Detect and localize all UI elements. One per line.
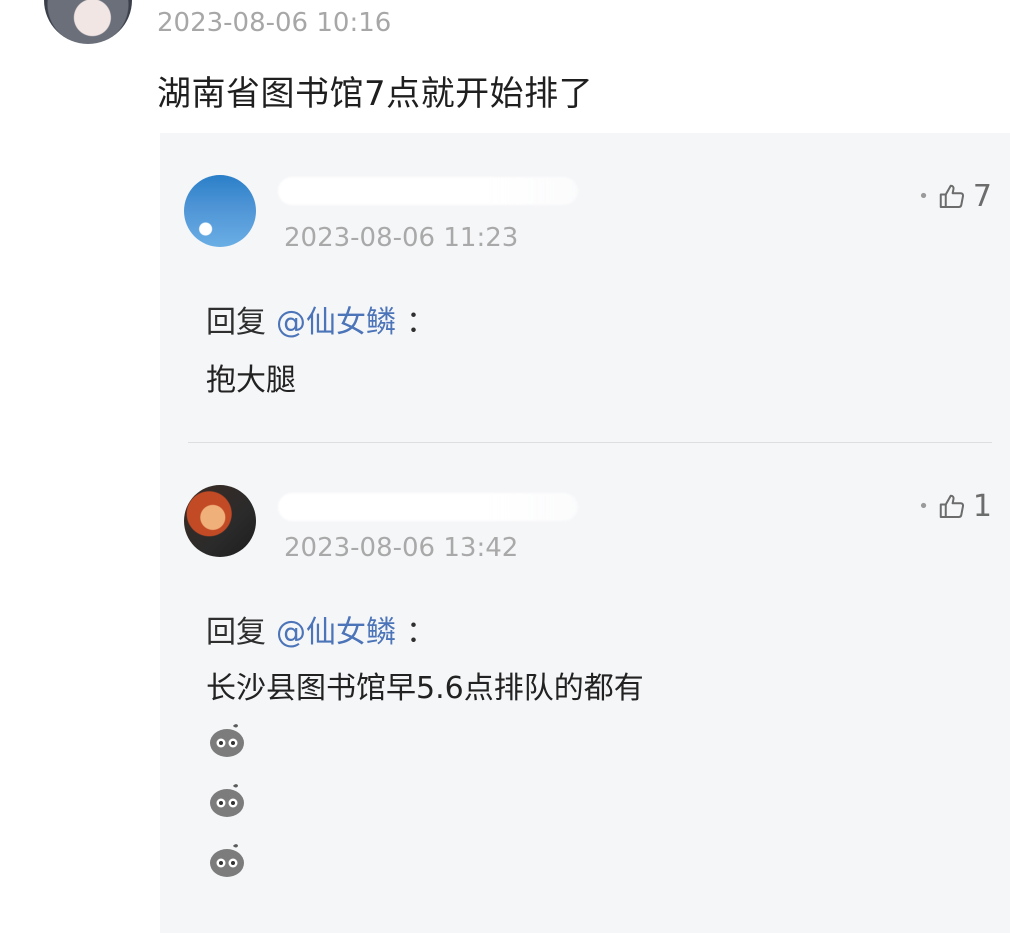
reply-time: 2023-08-06 13:42: [284, 533, 519, 563]
sticker-blob-icon: [206, 779, 248, 821]
divider: [188, 442, 992, 443]
reply-colon: ：: [406, 305, 436, 340]
like-count: 1: [972, 489, 992, 524]
reply-avatar[interactable]: [184, 485, 256, 557]
mention-link[interactable]: @仙女鳞: [276, 607, 396, 651]
main-user-avatar[interactable]: [44, 0, 132, 44]
sticker-blob-icon: [206, 719, 248, 761]
thumbs-up-icon: [937, 492, 967, 522]
redacted-username: [278, 493, 578, 521]
reply-colon: ：: [406, 615, 436, 650]
reply-avatar[interactable]: [184, 175, 256, 247]
reply-prefix: 回复 @仙女鳞 ：: [206, 607, 436, 651]
redacted-username: [278, 177, 578, 205]
reply-time: 2023-08-06 11:23: [284, 223, 519, 253]
reply-label: 回复: [206, 305, 266, 340]
mention-link[interactable]: @仙女鳞: [276, 297, 396, 341]
main-comment-content: 湖南省图书馆7点就开始排了: [157, 74, 594, 114]
main-comment-time: 2023-08-06 10:16: [157, 8, 392, 38]
sticker-blob-icon: [206, 839, 248, 881]
reply-prefix: 回复 @仙女鳞 ：: [206, 297, 436, 341]
reply-text: 抱大腿: [206, 363, 296, 398]
dot-icon: •: [918, 186, 929, 207]
like-button[interactable]: • 1: [918, 489, 992, 524]
dot-icon: •: [918, 496, 929, 517]
reply-list: 2023-08-06 11:23 • 7 回复 @仙女鳞 ： 抱大腿 2023-…: [160, 133, 1010, 933]
like-button[interactable]: • 7: [918, 179, 992, 214]
reply-text: 长沙县图书馆早5.6点排队的都有: [206, 671, 644, 706]
reply-label: 回复: [206, 615, 266, 650]
thumbs-up-icon: [937, 182, 967, 212]
like-count: 7: [972, 179, 992, 214]
